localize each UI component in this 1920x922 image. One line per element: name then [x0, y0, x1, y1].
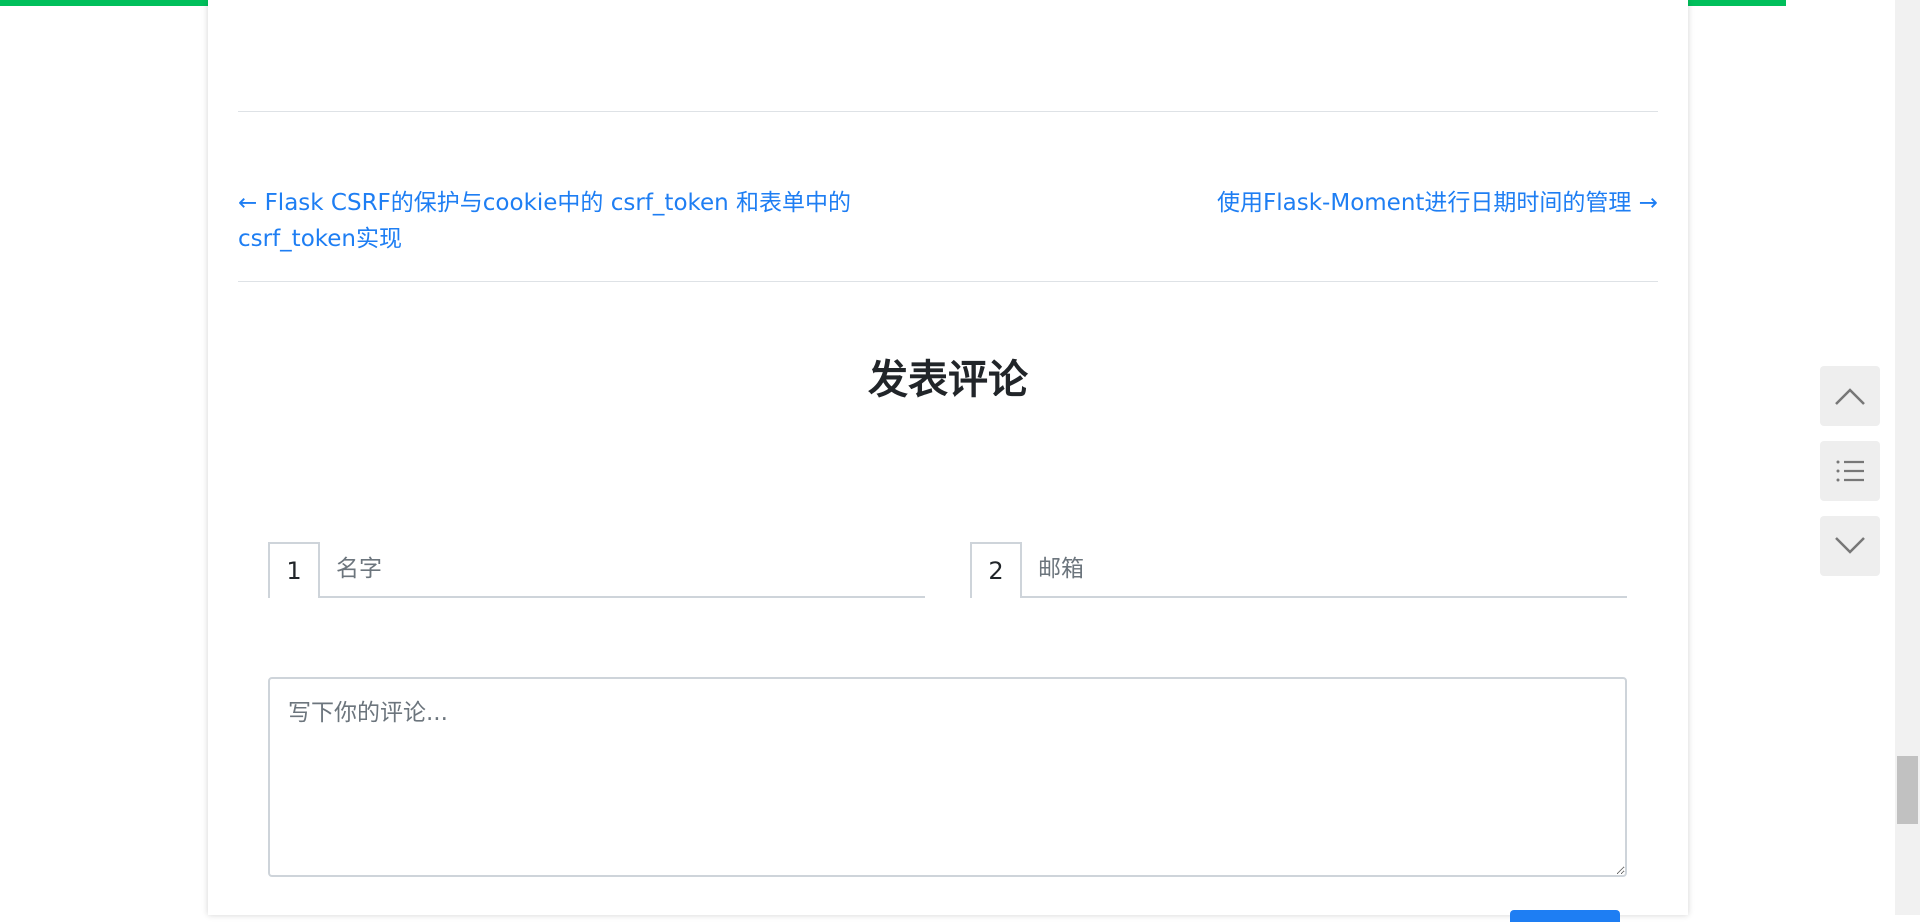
- name-input[interactable]: [320, 542, 925, 596]
- page-scrollbar-thumb[interactable]: [1897, 756, 1918, 824]
- email-input-group: 2: [970, 542, 1627, 598]
- table-of-contents-button[interactable]: [1820, 441, 1880, 501]
- article-card: ← Flask CSRF的保护与cookie中的 csrf_token 和表单中…: [208, 0, 1688, 922]
- chevron-down-icon: [1835, 537, 1865, 554]
- next-post-link[interactable]: 使用Flask-Moment进行日期时间的管理 →: [1217, 185, 1658, 221]
- divider: [238, 281, 1658, 282]
- scroll-to-top-button[interactable]: [1820, 366, 1880, 426]
- prev-post-link[interactable]: ← Flask CSRF的保护与cookie中的 csrf_token 和表单中…: [238, 185, 898, 257]
- submit-comment-button[interactable]: [1510, 910, 1620, 922]
- divider: [238, 111, 1658, 112]
- list-icon: [1836, 460, 1864, 482]
- email-input-prefix: 2: [970, 542, 1022, 598]
- chevron-up-icon: [1835, 388, 1865, 405]
- email-input[interactable]: [1022, 542, 1627, 596]
- name-input-prefix: 1: [268, 542, 320, 598]
- comment-section-title: 发表评论: [868, 357, 1028, 403]
- comment-textarea[interactable]: [268, 677, 1627, 877]
- scroll-to-bottom-button[interactable]: [1820, 516, 1880, 576]
- name-input-group: 1: [268, 542, 925, 598]
